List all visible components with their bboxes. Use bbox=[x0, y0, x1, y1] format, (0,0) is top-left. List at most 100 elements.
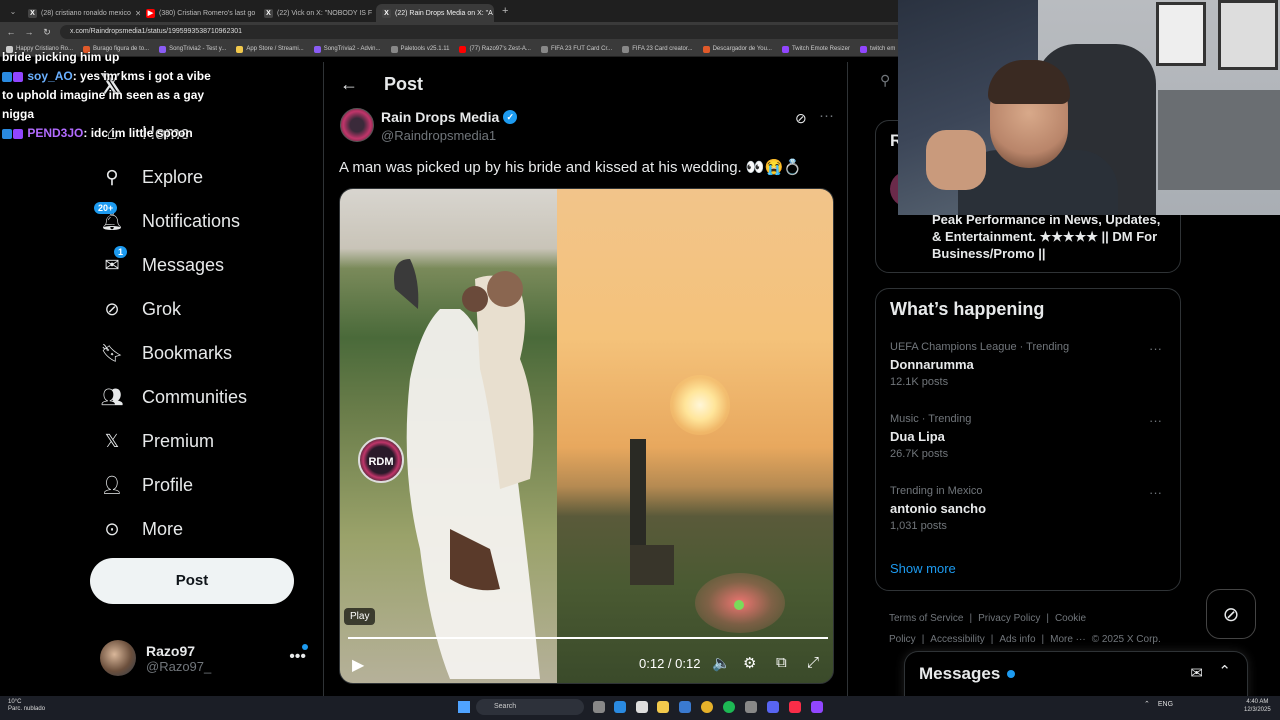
account-switcher[interactable]: Razo97 @Razo97_ ••• bbox=[100, 638, 310, 678]
settings-gear-icon[interactable]: ⚙ bbox=[743, 654, 756, 672]
post-more-icon[interactable]: ··· bbox=[819, 107, 834, 124]
nav-badge: 20+ bbox=[94, 202, 118, 214]
search-icon: ⚲ bbox=[105, 166, 119, 187]
author-avatar[interactable] bbox=[340, 108, 374, 142]
task-view-icon[interactable] bbox=[593, 701, 605, 713]
picture-in-picture-icon[interactable]: ⧉ bbox=[776, 654, 787, 671]
search-icon[interactable]: ⚲ bbox=[880, 72, 900, 92]
browser-tab[interactable]: ▶(380) Cristian Romero's last go✕ bbox=[140, 4, 258, 22]
bookmark-item[interactable]: FIFA 23 Card creator... bbox=[622, 45, 693, 53]
taskbar-search[interactable]: Search bbox=[476, 699, 584, 715]
communities-icon: 👥︎ bbox=[100, 386, 124, 407]
footer-link[interactable]: More ··· bbox=[1050, 634, 1086, 645]
nav-item-more[interactable]: ⊙ More bbox=[100, 514, 183, 544]
stream-chat-overlay: bride picking him up soy_AO: yes im kms … bbox=[2, 48, 212, 143]
tab-search-icon[interactable]: ⌄ bbox=[4, 7, 22, 16]
footer-link[interactable]: © 2025 X Corp. bbox=[1092, 634, 1161, 645]
footer-link[interactable]: Terms of Service bbox=[889, 613, 963, 624]
tab-favicon-icon: X bbox=[382, 8, 391, 18]
trend-item[interactable]: UEFA Champions League · Trending Donnarum… bbox=[890, 341, 1170, 388]
file-explorer-icon[interactable] bbox=[657, 701, 669, 713]
account-name: Razo97 bbox=[146, 642, 196, 659]
fullscreen-icon[interactable]: ⤢ bbox=[807, 654, 819, 671]
discord-icon[interactable] bbox=[767, 701, 779, 713]
account-more-icon[interactable]: ••• bbox=[289, 648, 306, 666]
lang-indicator[interactable]: ENG bbox=[1158, 701, 1173, 708]
nav-item-label: Premium bbox=[142, 430, 215, 451]
nav-item-label: Profile bbox=[142, 474, 194, 495]
spotify-icon[interactable] bbox=[723, 701, 735, 713]
nav-item-profile[interactable]: 👤︎ Profile bbox=[100, 470, 193, 500]
back-arrow-icon[interactable]: ← bbox=[340, 74, 358, 95]
nav-item-communities[interactable]: 👥︎ Communities bbox=[100, 382, 247, 412]
bookmark-item[interactable]: twitch em bbox=[859, 45, 895, 53]
edge-icon[interactable] bbox=[614, 701, 626, 713]
bookmark-item[interactable]: (77) Razo97's Zest-A... bbox=[459, 45, 531, 53]
trend-count: 12.1K posts bbox=[890, 376, 949, 388]
nav-item-premium[interactable]: 𝕏 Premium bbox=[100, 426, 214, 456]
bookmark-label: FIFA 23 FUT Card Cr... bbox=[550, 46, 613, 52]
volume-icon[interactable]: 🔈 bbox=[712, 654, 731, 672]
mail-icon[interactable] bbox=[679, 701, 691, 713]
post-button[interactable]: Post bbox=[90, 558, 294, 604]
app-icon[interactable] bbox=[745, 701, 757, 713]
trend-item[interactable]: Music · Trending Dua Lipa 26.7K posts ··· bbox=[890, 413, 1170, 460]
store-icon[interactable] bbox=[636, 701, 648, 713]
bookmark-item[interactable]: FIFA 23 FUT Card Cr... bbox=[540, 45, 613, 53]
nav-item-explore[interactable]: ⚲ Explore bbox=[100, 162, 203, 192]
nav-item-messages[interactable]: ✉ Messages 1 bbox=[100, 246, 224, 280]
author-handle[interactable]: @Raindropsmedia1 bbox=[381, 128, 496, 143]
compose-message-icon[interactable]: ✉ bbox=[1190, 664, 1203, 682]
trend-more-icon[interactable]: ··· bbox=[1149, 413, 1162, 428]
page-title: Post bbox=[384, 73, 424, 94]
new-tab-button[interactable]: + bbox=[502, 5, 508, 17]
video-progress-fill bbox=[348, 637, 828, 639]
bookmark-item[interactable]: Twitch Emote Resizer bbox=[781, 45, 850, 53]
profile-bio: Peak Performance in News, Updates, & Ent… bbox=[932, 212, 1161, 261]
nav-item-notifications[interactable]: 🔔︎ Notifications 20+ bbox=[94, 202, 240, 236]
show-more-link[interactable]: Show more bbox=[890, 561, 956, 576]
bookmark-item[interactable]: Paletools v25.1.11 bbox=[390, 45, 449, 53]
footer-link[interactable]: Ads info bbox=[999, 634, 1035, 645]
nav-item-grok[interactable]: ⊘ Grok bbox=[100, 294, 181, 324]
chat-message: PEND3JO: idc im little spoon bbox=[2, 124, 212, 143]
post-video[interactable]: RDM Play ▶ 0:12 / 0:12 🔈 ⚙ ⧉ ⤢ bbox=[339, 188, 834, 684]
twitch-icon[interactable] bbox=[811, 701, 823, 713]
tab-title: (22) Vick on X: "NOBODY IS F bbox=[277, 9, 373, 17]
chrome-icon[interactable] bbox=[701, 701, 713, 713]
bookmark-item[interactable]: Descargador de You... bbox=[702, 45, 772, 53]
expand-chevron-icon[interactable]: ⌃ bbox=[1218, 662, 1231, 680]
browser-tab[interactable]: X (28) cristiano ronaldo mexico ✕ bbox=[22, 4, 140, 22]
weather-widget[interactable]: 10°C Parc. nublado bbox=[8, 699, 45, 713]
play-icon[interactable]: ▶ bbox=[352, 655, 364, 675]
back-icon[interactable]: ← bbox=[6, 27, 16, 37]
taskbar-clock[interactable]: 4:40 AM 12/3/2025 bbox=[1244, 698, 1271, 714]
bookmark-item[interactable]: App Store / Streami... bbox=[236, 45, 304, 53]
tray-chevron-icon[interactable]: ⌃ bbox=[1144, 700, 1150, 708]
chat-badge-icon bbox=[13, 128, 23, 139]
footer-link[interactable]: Privacy Policy bbox=[978, 613, 1040, 624]
footer-separator: | bbox=[921, 634, 925, 645]
bookmark-item[interactable]: SongTrivia2 - Advin... bbox=[313, 45, 381, 53]
account-handle: @Razo97_ bbox=[146, 658, 212, 674]
browser-tab[interactable]: X(22) Vick on X: "NOBODY IS F✕ bbox=[258, 4, 376, 22]
windows-start-icon[interactable] bbox=[458, 701, 470, 713]
post-column: ← Post Rain Drops Media ✓ @Raindropsmedi… bbox=[323, 62, 848, 702]
nav-item-label: Communities bbox=[142, 386, 248, 407]
video-progress-bar[interactable] bbox=[348, 637, 828, 639]
browser-tab[interactable]: X(22) Rain Drops Media on X: "A✕ bbox=[376, 4, 494, 22]
footer-link[interactable]: Accessibility bbox=[930, 634, 984, 645]
trend-item[interactable]: Trending in Mexico antonio sancho 1,031 po… bbox=[890, 485, 1170, 532]
reload-icon[interactable]: ↻ bbox=[42, 27, 52, 38]
url-field[interactable]: x.com/Raindropsmedia1/status/19959935387… bbox=[60, 25, 920, 39]
nav-item-bookmarks[interactable]: 🔖︎ Bookmarks bbox=[100, 338, 232, 368]
trend-more-icon[interactable]: ··· bbox=[1149, 485, 1162, 500]
webcam-person-hand bbox=[926, 130, 986, 190]
author-name[interactable]: Rain Drops Media ✓ bbox=[381, 109, 518, 125]
forward-icon[interactable]: → bbox=[24, 27, 34, 37]
footer-separator: | bbox=[990, 634, 994, 645]
grok-icon[interactable]: ⊘ bbox=[795, 110, 807, 127]
grok-floating-button[interactable]: ⊘ bbox=[1206, 589, 1256, 639]
trend-more-icon[interactable]: ··· bbox=[1149, 341, 1162, 356]
music-icon[interactable] bbox=[789, 701, 801, 713]
